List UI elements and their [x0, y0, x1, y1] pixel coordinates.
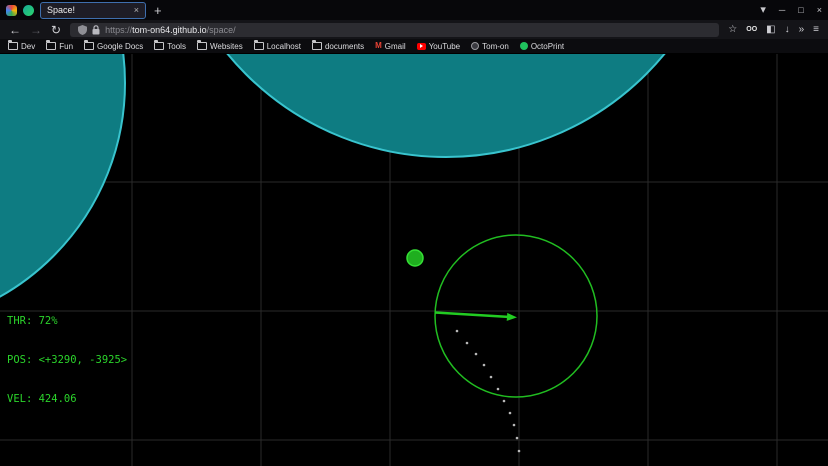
url-host: tom-on64.github.io: [132, 25, 207, 35]
maximize-button[interactable]: □: [798, 6, 803, 15]
navigation-bar: ← → ↻ https://tom-on64.github.io/space/ …: [0, 20, 828, 39]
forward-icon[interactable]: →: [30, 24, 42, 36]
planet-small-green: [407, 250, 423, 266]
url-path: /space/: [207, 25, 236, 35]
bookmark-dev[interactable]: Dev: [8, 42, 35, 51]
extension-badge-icon[interactable]: OO: [746, 26, 757, 33]
folder-icon: [84, 42, 94, 50]
pinned-tab-favicon-2[interactable]: [23, 5, 34, 16]
trajectory-dot: [513, 424, 516, 427]
trajectory-dot: [503, 400, 506, 403]
hud-thrust: THR: 72%: [7, 315, 127, 328]
browser-window: Space! × + ▾ ─ □ × ← → ↻ https://tom-on6…: [0, 0, 828, 466]
hud-position: POS: <+3290, -3925>: [7, 354, 127, 367]
shield-icon[interactable]: [78, 25, 87, 35]
folder-icon: [197, 42, 207, 50]
bookmark-octoprint[interactable]: OctoPrint: [520, 42, 564, 51]
toolbar-right: ☆ OO ◧ ↓ » ≡: [728, 25, 819, 35]
trajectory-dot: [466, 342, 469, 345]
trajectory-dot: [483, 364, 486, 367]
folder-icon: [254, 42, 264, 50]
downloads-icon[interactable]: ↓: [785, 25, 790, 35]
back-icon[interactable]: ←: [9, 24, 21, 36]
hud-readout: THR: 72% POS: <+3290, -3925> VEL: 424.06: [7, 289, 127, 432]
list-all-tabs-icon[interactable]: ▾: [760, 5, 766, 16]
folder-icon: [8, 42, 18, 50]
gmail-icon: M: [375, 42, 382, 50]
folder-icon: [312, 42, 322, 50]
new-tab-button[interactable]: +: [154, 4, 162, 17]
globe-icon: [471, 42, 479, 50]
octoprint-icon: [520, 42, 528, 50]
trajectory-dot: [475, 353, 478, 356]
bookmark-google-docs[interactable]: Google Docs: [84, 42, 143, 51]
game-viewport[interactable]: THR: 72% POS: <+3290, -3925> VEL: 424.06: [0, 54, 828, 466]
bookmark-gmail[interactable]: MGmail: [375, 42, 406, 51]
menu-hamburger-icon[interactable]: ≡: [813, 25, 819, 35]
minimize-button[interactable]: ─: [779, 6, 785, 15]
close-window-button[interactable]: ×: [817, 6, 822, 15]
trajectory-dot: [509, 412, 512, 415]
tab-space[interactable]: Space! ×: [40, 2, 146, 19]
bookmark-star-icon[interactable]: ☆: [728, 25, 737, 35]
bookmark-fun[interactable]: Fun: [46, 42, 73, 51]
trajectory-dot: [516, 437, 519, 440]
trajectory-dot: [490, 376, 493, 379]
pinned-tab-favicon-1[interactable]: [6, 5, 17, 16]
tab-bar: Space! × + ▾ ─ □ ×: [0, 0, 828, 20]
folder-icon: [154, 42, 164, 50]
trajectory-dot: [497, 388, 500, 391]
lock-icon[interactable]: [92, 25, 100, 35]
bookmarks-bar: Dev Fun Google Docs Tools Websites Local…: [0, 39, 828, 54]
youtube-icon: [417, 43, 426, 50]
url-bar[interactable]: https://tom-on64.github.io/space/: [70, 23, 719, 37]
reload-icon[interactable]: ↻: [51, 24, 61, 36]
bookmark-documents[interactable]: documents: [312, 42, 364, 51]
hud-velocity: VEL: 424.06: [7, 393, 127, 406]
trajectory-dot: [456, 330, 459, 333]
bookmark-tools[interactable]: Tools: [154, 42, 186, 51]
overflow-chevron-icon[interactable]: »: [799, 25, 805, 35]
trajectory-dot: [518, 450, 521, 453]
sidebar-icon[interactable]: ◧: [766, 25, 775, 35]
bookmark-youtube[interactable]: YouTube: [417, 42, 460, 51]
folder-icon: [46, 42, 56, 50]
bookmark-localhost[interactable]: Localhost: [254, 42, 301, 51]
bookmark-tom-on[interactable]: Tom-on: [471, 42, 509, 51]
bookmark-websites[interactable]: Websites: [197, 42, 243, 51]
url-text: https://tom-on64.github.io/space/: [105, 25, 236, 35]
tab-close-icon[interactable]: ×: [134, 6, 139, 15]
url-protocol: https://: [105, 25, 132, 35]
tab-title: Space!: [47, 5, 75, 15]
